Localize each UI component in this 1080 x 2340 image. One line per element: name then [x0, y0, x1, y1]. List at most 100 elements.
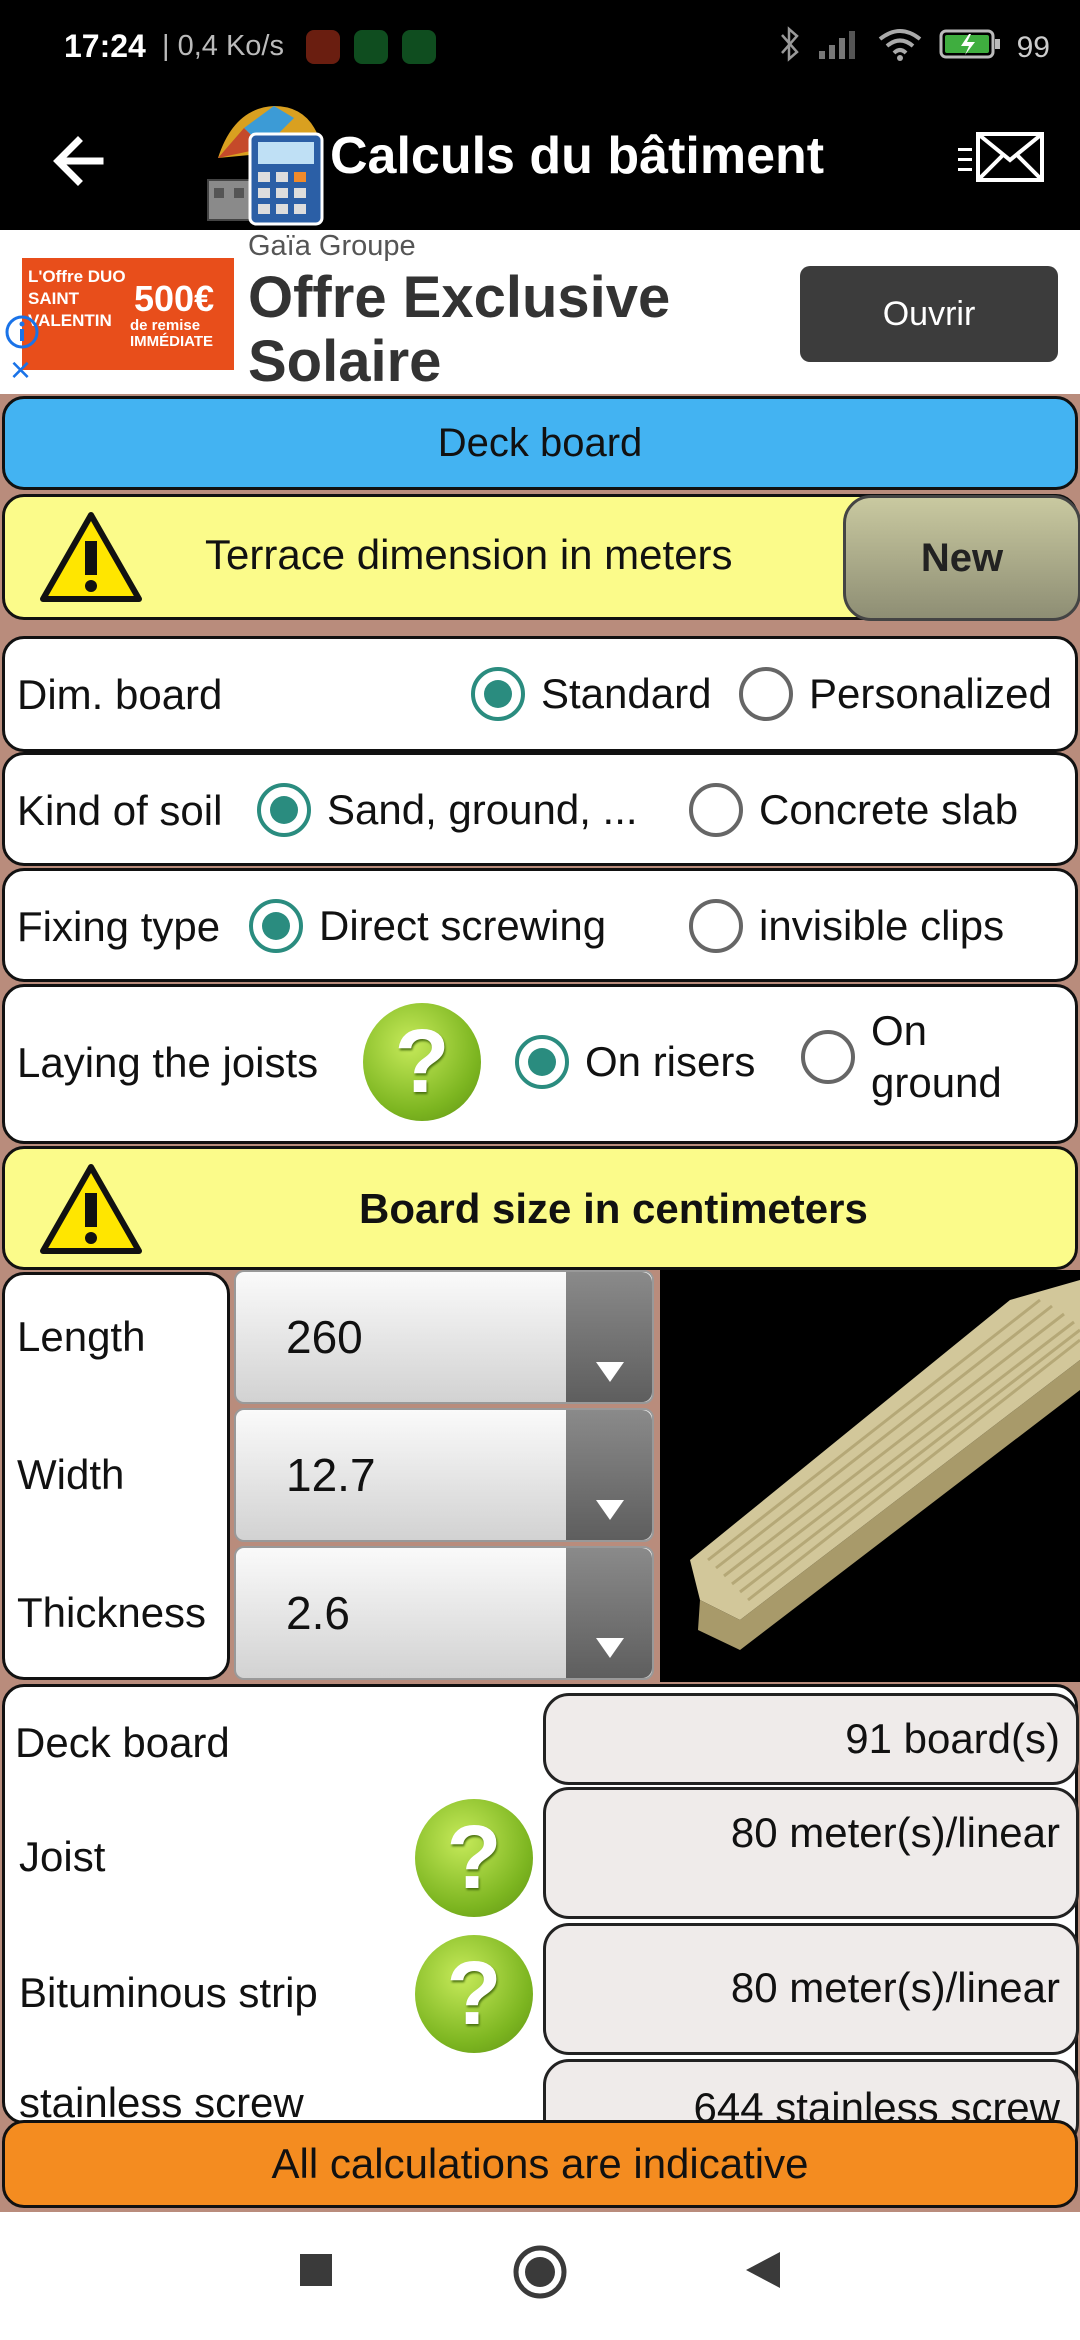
ad-headline-line2: Solaire: [248, 329, 442, 394]
notification-app-icon: [306, 30, 340, 64]
help-icon[interactable]: ?: [415, 1799, 533, 1917]
navigation-bar: [0, 2212, 1080, 2340]
ad-open-button[interactable]: Ouvrir: [800, 266, 1058, 362]
battery-icon: [939, 28, 1001, 68]
warning-icon: [39, 1161, 143, 1257]
ad-image[interactable]: L'Offre DUO SAINT VALENTIN 500€ de remis…: [22, 258, 234, 370]
dim-board-row: Dim. board Standard Personalized: [2, 636, 1078, 752]
back-nav-button[interactable]: [740, 2248, 784, 2292]
ad-headline[interactable]: Offre Exclusive Solaire: [248, 266, 670, 394]
notification-icons: [306, 30, 436, 64]
width-label: Width: [17, 1451, 125, 1498]
mail-menu-icon: [958, 132, 1044, 182]
status-bar: 17:24 | 0,4 Ko/s 99: [0, 0, 1080, 96]
joists-row: Laying the joists ? On risers On ground: [2, 984, 1078, 1144]
thickness-select[interactable]: 2.6: [234, 1546, 654, 1680]
radio-unchecked-icon: [689, 783, 743, 837]
ad-brand: Gaïa Groupe: [248, 230, 416, 262]
length-value: 260: [286, 1311, 363, 1363]
terrace-dimension-bar[interactable]: Terrace dimension in meters New: [2, 494, 1080, 621]
radio-checked-icon: [515, 1035, 569, 1089]
strip-result-value: 80 meter(s)/linear: [543, 1923, 1079, 2055]
fixing-label: Fixing type: [17, 903, 221, 950]
results-panel: Deck board 91 board(s) Joist ? 80 meter(…: [2, 1684, 1079, 2149]
board-size-bar: Board size in centimeters: [2, 1146, 1078, 1270]
radio-sand-label: Sand, ground, ...: [327, 786, 638, 833]
radio-checked-icon: [471, 667, 525, 721]
radio-checked-icon: [257, 783, 311, 837]
fixing-row: Fixing type Direct screwing invisible cl…: [2, 868, 1078, 982]
help-icon[interactable]: ?: [415, 1935, 533, 2053]
radio-concrete-label: Concrete slab: [759, 786, 1019, 833]
radio-concrete-slab[interactable]: Concrete slab: [689, 783, 1018, 837]
board-size-label: Board size in centimeters: [359, 1185, 868, 1232]
ad-image-price: 500€: [134, 278, 215, 319]
width-select[interactable]: 12.7: [234, 1408, 654, 1542]
radio-personalized[interactable]: Personalized: [739, 667, 1052, 721]
radio-invisible-clips[interactable]: invisible clips: [689, 899, 1004, 953]
radio-personalized-label: Personalized: [809, 670, 1052, 717]
thickness-value: 2.6: [286, 1587, 350, 1639]
soil-label: Kind of soil: [17, 787, 223, 834]
radio-on-ground-label: On ground: [871, 1005, 1002, 1109]
radio-checked-icon: [249, 899, 303, 953]
radio-unchecked-icon: [801, 1030, 855, 1084]
radio-unchecked-icon: [689, 899, 743, 953]
signal-icon: [817, 29, 861, 67]
recent-apps-button[interactable]: [296, 2250, 336, 2290]
notification-app-icon: [402, 30, 436, 64]
app-logo: [204, 98, 332, 226]
ad-headline-line1: Offre Exclusive: [248, 265, 671, 330]
chevron-down-icon: [566, 1548, 652, 1678]
radio-on-risers[interactable]: On risers: [515, 1035, 755, 1089]
radio-standard[interactable]: Standard: [471, 667, 711, 721]
help-icon[interactable]: ?: [363, 1003, 481, 1121]
chevron-down-icon: [566, 1272, 652, 1402]
dim-board-label: Dim. board: [17, 671, 223, 718]
bluetooth-icon: [779, 26, 801, 70]
triangle-back-icon: [746, 2252, 780, 2288]
joist-result-label: Joist: [19, 1833, 106, 1880]
radio-unchecked-icon: [739, 667, 793, 721]
radio-on-risers-label: On risers: [585, 1038, 756, 1085]
ad-close-icon[interactable]: ×: [10, 352, 31, 388]
strip-result-label: Bituminous strip: [19, 1969, 318, 2016]
network-speed: | 0,4 Ko/s: [162, 30, 284, 62]
radio-on-ground[interactable]: On ground: [801, 1005, 1002, 1109]
ad-info-icon[interactable]: [4, 314, 40, 350]
home-button[interactable]: [512, 2244, 568, 2300]
warning-icon: [39, 509, 143, 605]
chevron-down-icon: [566, 1410, 652, 1540]
board-size-labels: Length Width Thickness: [2, 1272, 230, 1680]
ad-banner[interactable]: L'Offre DUO SAINT VALENTIN 500€ de remis…: [0, 230, 1080, 394]
thickness-label: Thickness: [17, 1589, 207, 1636]
wifi-icon: [877, 27, 923, 69]
battery-percent: 99: [1016, 31, 1050, 64]
terrace-dimension-label: Terrace dimension in meters: [205, 531, 733, 578]
width-value: 12.7: [286, 1449, 376, 1501]
length-label: Length: [17, 1313, 146, 1360]
length-select[interactable]: 260: [234, 1270, 654, 1404]
radio-on-ground-line1: On: [871, 1007, 928, 1054]
deck-board-image: [660, 1270, 1080, 1682]
deck-board-result-value: 91 board(s): [543, 1693, 1079, 1785]
joist-result-value: 80 meter(s)/linear: [543, 1787, 1079, 1919]
radio-direct-screwing-label: Direct screwing: [319, 902, 607, 949]
radio-on-ground-line2: ground: [871, 1059, 1002, 1106]
back-button[interactable]: [50, 126, 120, 196]
app-title: Calculs du bâtiment: [330, 127, 825, 185]
new-button[interactable]: New: [843, 495, 1080, 621]
status-time: 17:24: [64, 28, 146, 64]
radio-sand-ground[interactable]: Sand, ground, ...: [257, 783, 638, 837]
footer-disclaimer: All calculations are indicative: [2, 2120, 1078, 2208]
arrow-left-icon: [53, 136, 104, 186]
radio-standard-label: Standard: [541, 670, 712, 717]
menu-mail-button[interactable]: [956, 130, 1046, 190]
radio-direct-screwing[interactable]: Direct screwing: [249, 899, 606, 953]
ad-image-subtext: de remise IMMÉDIATE: [130, 317, 214, 350]
radio-invisible-clips-label: invisible clips: [759, 902, 1005, 949]
soil-row: Kind of soil Sand, ground, ... Concrete …: [2, 752, 1078, 866]
status-right-icons: 99: [779, 26, 1050, 70]
ad-image-text: L'Offre DUO SAINT VALENTIN: [28, 267, 126, 330]
notification-app-icon: [354, 30, 388, 64]
